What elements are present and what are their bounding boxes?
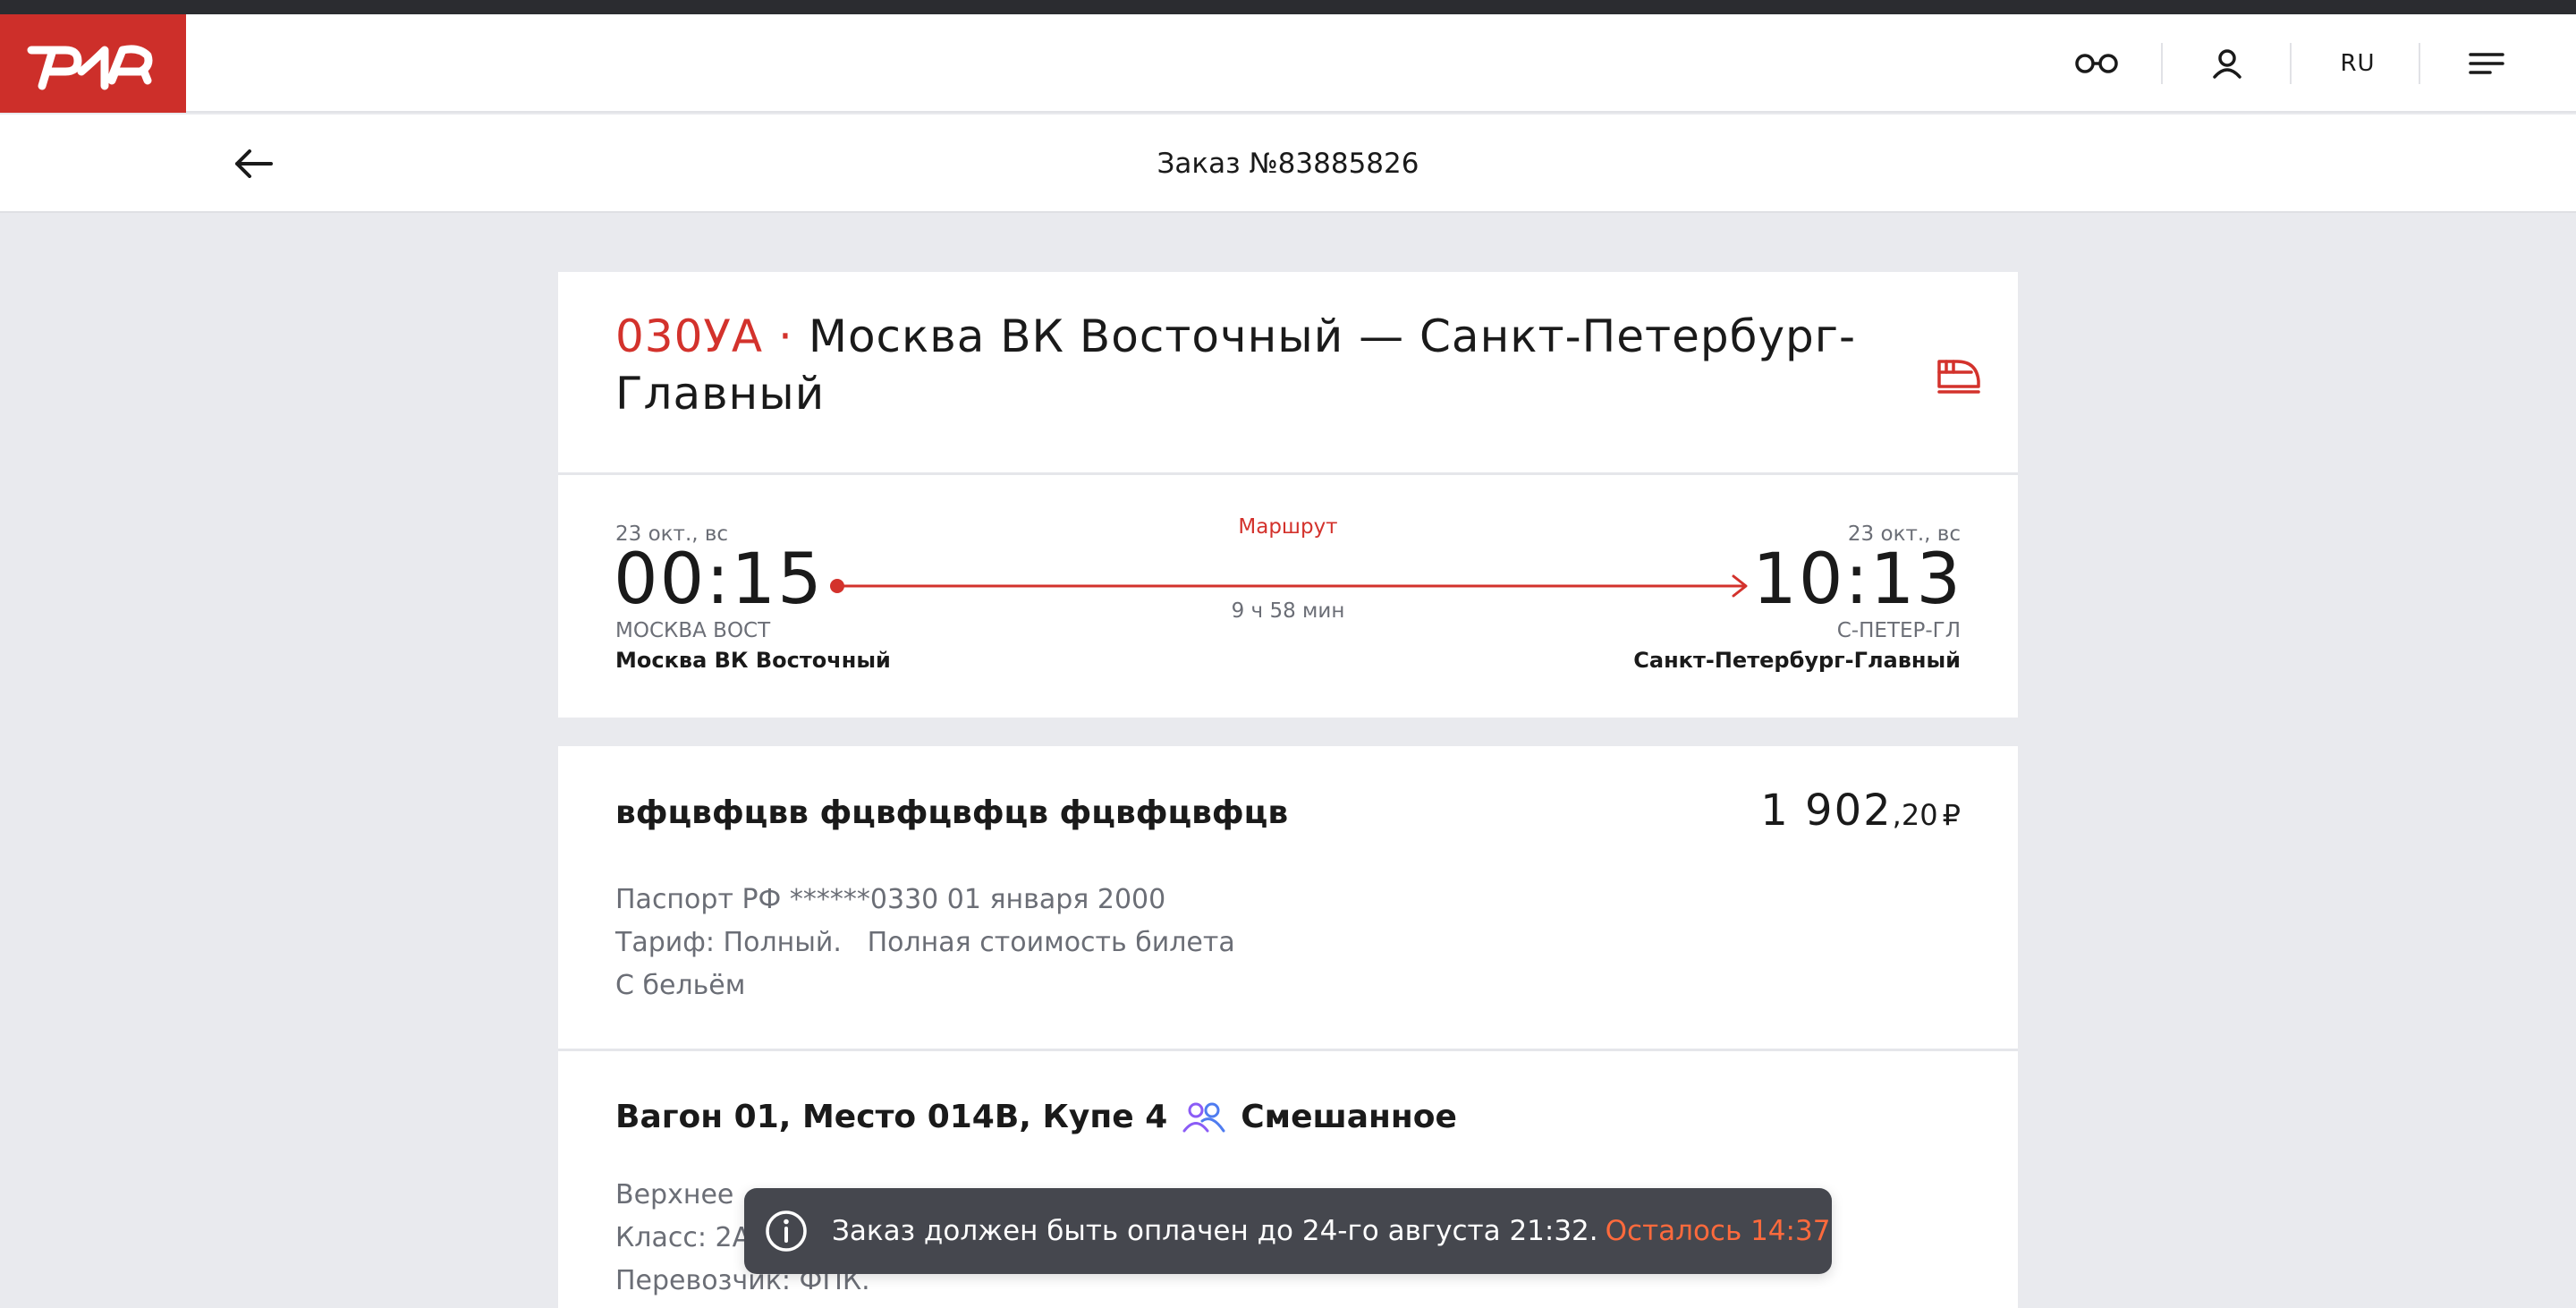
passenger-linen: С бельём [615,970,746,1001]
payment-deadline-toast: Заказ должен быть оплачен до 24-го авгус… [744,1188,1832,1274]
seat-summary: Вагон 01, Место 014В, Купе 4 Смешанное [615,1099,1457,1135]
divider [558,472,2018,475]
seat-info: Вагон 01, Место 014В, Купе 4 [615,1099,1168,1135]
route-card: 030УА · Москва ВК Восточный — Санкт-Пете… [558,272,2018,718]
accessibility-glasses-icon[interactable] [2072,14,2122,113]
rzd-logo-icon [27,45,153,90]
browser-top-strip [0,0,2576,14]
route-name: Москва ВК Восточный — Санкт-Петербург-Гл… [615,310,1857,420]
route-line-arrow [830,574,1748,598]
price-currency: ₽ [1942,798,1961,832]
route-link-label[interactable]: Маршрут [1238,515,1337,539]
rzd-logo[interactable] [0,14,186,113]
ticket-price: 1 902,20 ₽ [1760,786,1961,836]
header-separator [2161,43,2163,84]
passenger-tariff: Тариф: Полный. Полная стоимость билета [615,927,1235,958]
arrival-station: Санкт-Петербург-Главный [1633,648,1961,673]
arrival-station-code: С-ПЕТЕР-ГЛ [1836,619,1961,642]
compartment-type: Смешанное [1241,1099,1457,1135]
order-subheader: Заказ №83885826 [0,115,2576,213]
departure-station: Москва ВК Восточный [615,648,891,673]
menu-icon[interactable] [2462,14,2512,113]
info-icon [764,1209,809,1253]
passenger-document: Паспорт РФ ******0330 01 января 2000 [615,884,1166,915]
route-heading: 030УА · Москва ВК Восточный — Санкт-Пете… [615,308,1868,422]
mixed-compartment-icon [1182,1101,1226,1134]
divider [558,1049,2018,1051]
route-link[interactable]: Маршрут [558,515,2018,539]
train-icon [1936,351,1982,397]
back-arrow-icon[interactable] [231,141,275,186]
language-switch[interactable]: RU [2317,14,2399,113]
site-header: RU [0,14,2576,113]
train-number: 030УА · [615,310,793,362]
header-separator [2290,43,2292,84]
price-cents: ,20 [1892,798,1938,832]
language-label: RU [2340,50,2376,77]
user-icon[interactable] [2202,14,2252,113]
passenger-details: Паспорт РФ ******0330 01 января 2000 Тар… [615,879,1235,1007]
price-main: 1 902 [1760,786,1893,836]
order-title: Заказ №83885826 [1157,148,1419,180]
toast-message: Заказ должен быть оплачен до 24-го авгус… [832,1215,1598,1247]
header-separator [2419,43,2420,84]
passenger-name: вфцвфцвв фцвфцвфцв фцвфцвфцв [615,794,1289,831]
toast-time-remaining: Осталось 14:37 [1605,1215,1831,1247]
arrival-time: 10:13 [1752,539,1962,620]
